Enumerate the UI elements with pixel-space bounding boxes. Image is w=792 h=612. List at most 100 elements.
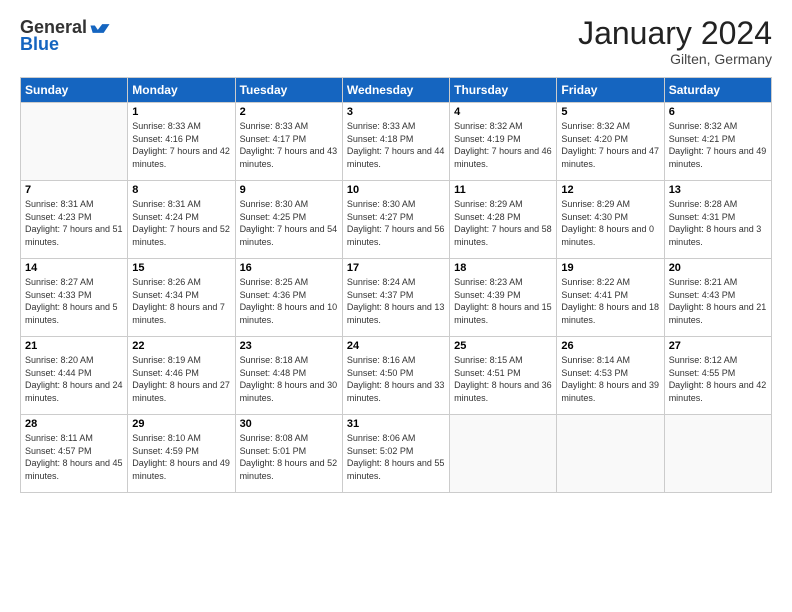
calendar-cell bbox=[664, 415, 771, 493]
month-title: January 2024 bbox=[578, 16, 772, 51]
day-info: Sunrise: 8:32 AMSunset: 4:20 PMDaylight:… bbox=[561, 120, 659, 170]
day-number: 11 bbox=[454, 184, 552, 196]
calendar-cell: 10 Sunrise: 8:30 AMSunset: 4:27 PMDayligh… bbox=[342, 181, 449, 259]
calendar-week-row: 21Sunrise: 8:20 AMSunset: 4:44 PMDayligh… bbox=[21, 337, 772, 415]
calendar-week-row: 1 Sunrise: 8:33 AMSunset: 4:16 PMDaylight… bbox=[21, 103, 772, 181]
day-info: Sunrise: 8:26 AMSunset: 4:34 PMDaylight:… bbox=[132, 276, 230, 326]
day-info: Sunrise: 8:11 AMSunset: 4:57 PMDaylight:… bbox=[25, 432, 123, 482]
day-number: 13 bbox=[669, 184, 767, 196]
day-info: Sunrise: 8:10 AMSunset: 4:59 PMDaylight:… bbox=[132, 432, 230, 482]
calendar-cell: 25 Sunrise: 8:15 AMSunset: 4:51 PMDayligh… bbox=[450, 337, 557, 415]
calendar-cell: 14Sunrise: 8:27 AMSunset: 4:33 PMDayligh… bbox=[21, 259, 128, 337]
day-number: 5 bbox=[561, 106, 659, 118]
calendar-week-row: 7 Sunrise: 8:31 AMSunset: 4:23 PMDaylight… bbox=[21, 181, 772, 259]
calendar-cell: 7 Sunrise: 8:31 AMSunset: 4:23 PMDaylight… bbox=[21, 181, 128, 259]
day-info: Sunrise: 8:16 AMSunset: 4:50 PMDaylight:… bbox=[347, 354, 445, 404]
calendar-cell: 6Sunrise: 8:32 AMSunset: 4:21 PMDaylight… bbox=[664, 103, 771, 181]
calendar-cell: 19 Sunrise: 8:22 AMSunset: 4:41 PMDayligh… bbox=[557, 259, 664, 337]
day-number: 29 bbox=[132, 418, 230, 430]
calendar-cell: 24 Sunrise: 8:16 AMSunset: 4:50 PMDayligh… bbox=[342, 337, 449, 415]
calendar-week-row: 28 Sunrise: 8:11 AMSunset: 4:57 PMDayligh… bbox=[21, 415, 772, 493]
calendar-cell bbox=[450, 415, 557, 493]
day-info: Sunrise: 8:24 AMSunset: 4:37 PMDaylight:… bbox=[347, 276, 445, 326]
day-number: 25 bbox=[454, 340, 552, 352]
day-number: 23 bbox=[240, 340, 338, 352]
day-number: 7 bbox=[25, 184, 123, 196]
calendar-cell: 4Sunrise: 8:32 AMSunset: 4:19 PMDaylight… bbox=[450, 103, 557, 181]
day-info: Sunrise: 8:06 AMSunset: 5:02 PMDaylight:… bbox=[347, 432, 445, 482]
day-number: 28 bbox=[25, 418, 123, 430]
calendar-cell: 12 Sunrise: 8:29 AMSunset: 4:30 PMDayligh… bbox=[557, 181, 664, 259]
day-number: 20 bbox=[669, 262, 767, 274]
day-number: 14 bbox=[25, 262, 123, 274]
column-header-friday: Friday bbox=[557, 78, 664, 103]
day-info: Sunrise: 8:22 AMSunset: 4:41 PMDaylight:… bbox=[561, 276, 659, 326]
day-info: Sunrise: 8:23 AMSunset: 4:39 PMDaylight:… bbox=[454, 276, 552, 326]
calendar-cell: 15Sunrise: 8:26 AMSunset: 4:34 PMDayligh… bbox=[128, 259, 235, 337]
calendar-cell: 31 Sunrise: 8:06 AMSunset: 5:02 PMDayligh… bbox=[342, 415, 449, 493]
day-number: 19 bbox=[561, 262, 659, 274]
day-info: Sunrise: 8:33 AMSunset: 4:16 PMDaylight:… bbox=[132, 120, 230, 170]
logo-icon bbox=[89, 16, 111, 38]
header: General Blue January 2024 Gilten, German… bbox=[20, 16, 772, 67]
calendar-cell bbox=[557, 415, 664, 493]
calendar-cell: 26Sunrise: 8:14 AMSunset: 4:53 PMDayligh… bbox=[557, 337, 664, 415]
calendar-cell: 1 Sunrise: 8:33 AMSunset: 4:16 PMDaylight… bbox=[128, 103, 235, 181]
calendar-cell: 30Sunrise: 8:08 AMSunset: 5:01 PMDayligh… bbox=[235, 415, 342, 493]
day-info: Sunrise: 8:31 AMSunset: 4:24 PMDaylight:… bbox=[132, 198, 230, 248]
day-info: Sunrise: 8:31 AMSunset: 4:23 PMDaylight:… bbox=[25, 198, 123, 248]
day-info: Sunrise: 8:32 AMSunset: 4:19 PMDaylight:… bbox=[454, 120, 552, 170]
day-info: Sunrise: 8:30 AMSunset: 4:27 PMDaylight:… bbox=[347, 198, 445, 248]
calendar-cell: 20 Sunrise: 8:21 AMSunset: 4:43 PMDayligh… bbox=[664, 259, 771, 337]
day-info: Sunrise: 8:19 AMSunset: 4:46 PMDaylight:… bbox=[132, 354, 230, 404]
column-header-monday: Monday bbox=[128, 78, 235, 103]
day-number: 2 bbox=[240, 106, 338, 118]
day-number: 12 bbox=[561, 184, 659, 196]
day-number: 31 bbox=[347, 418, 445, 430]
calendar-cell: 27 Sunrise: 8:12 AMSunset: 4:55 PMDayligh… bbox=[664, 337, 771, 415]
calendar-cell: 18 Sunrise: 8:23 AMSunset: 4:39 PMDayligh… bbox=[450, 259, 557, 337]
calendar-cell: 17 Sunrise: 8:24 AMSunset: 4:37 PMDayligh… bbox=[342, 259, 449, 337]
day-number: 18 bbox=[454, 262, 552, 274]
calendar-table: SundayMondayTuesdayWednesdayThursdayFrid… bbox=[20, 77, 772, 493]
calendar-cell: 22 Sunrise: 8:19 AMSunset: 4:46 PMDayligh… bbox=[128, 337, 235, 415]
day-info: Sunrise: 8:20 AMSunset: 4:44 PMDaylight:… bbox=[25, 354, 123, 404]
day-info: Sunrise: 8:08 AMSunset: 5:01 PMDaylight:… bbox=[240, 432, 338, 482]
title-area: January 2024 Gilten, Germany bbox=[578, 16, 772, 67]
day-info: Sunrise: 8:30 AMSunset: 4:25 PMDaylight:… bbox=[240, 198, 338, 248]
calendar-cell: 5 Sunrise: 8:32 AMSunset: 4:20 PMDaylight… bbox=[557, 103, 664, 181]
calendar-cell: 13Sunrise: 8:28 AMSunset: 4:31 PMDayligh… bbox=[664, 181, 771, 259]
day-number: 3 bbox=[347, 106, 445, 118]
calendar-header-row: SundayMondayTuesdayWednesdayThursdayFrid… bbox=[21, 78, 772, 103]
day-number: 22 bbox=[132, 340, 230, 352]
calendar-cell: 23 Sunrise: 8:18 AMSunset: 4:48 PMDayligh… bbox=[235, 337, 342, 415]
day-number: 9 bbox=[240, 184, 338, 196]
day-info: Sunrise: 8:18 AMSunset: 4:48 PMDaylight:… bbox=[240, 354, 338, 404]
day-info: Sunrise: 8:25 AMSunset: 4:36 PMDaylight:… bbox=[240, 276, 338, 326]
day-info: Sunrise: 8:12 AMSunset: 4:55 PMDaylight:… bbox=[669, 354, 767, 404]
day-info: Sunrise: 8:21 AMSunset: 4:43 PMDaylight:… bbox=[669, 276, 767, 326]
calendar-cell: 28 Sunrise: 8:11 AMSunset: 4:57 PMDayligh… bbox=[21, 415, 128, 493]
calendar-cell: 2 Sunrise: 8:33 AMSunset: 4:17 PMDaylight… bbox=[235, 103, 342, 181]
calendar-cell: 9 Sunrise: 8:30 AMSunset: 4:25 PMDaylight… bbox=[235, 181, 342, 259]
day-number: 6 bbox=[669, 106, 767, 118]
day-number: 1 bbox=[132, 106, 230, 118]
calendar-cell bbox=[21, 103, 128, 181]
day-number: 10 bbox=[347, 184, 445, 196]
column-header-wednesday: Wednesday bbox=[342, 78, 449, 103]
day-info: Sunrise: 8:29 AMSunset: 4:28 PMDaylight:… bbox=[454, 198, 552, 248]
day-number: 16 bbox=[240, 262, 338, 274]
day-info: Sunrise: 8:33 AMSunset: 4:17 PMDaylight:… bbox=[240, 120, 338, 170]
calendar-cell: 3Sunrise: 8:33 AMSunset: 4:18 PMDaylight… bbox=[342, 103, 449, 181]
column-header-tuesday: Tuesday bbox=[235, 78, 342, 103]
calendar-week-row: 14Sunrise: 8:27 AMSunset: 4:33 PMDayligh… bbox=[21, 259, 772, 337]
calendar-cell: 21Sunrise: 8:20 AMSunset: 4:44 PMDayligh… bbox=[21, 337, 128, 415]
logo: General Blue bbox=[20, 16, 111, 55]
location-subtitle: Gilten, Germany bbox=[578, 51, 772, 67]
day-info: Sunrise: 8:29 AMSunset: 4:30 PMDaylight:… bbox=[561, 198, 659, 248]
day-number: 27 bbox=[669, 340, 767, 352]
day-number: 17 bbox=[347, 262, 445, 274]
day-number: 24 bbox=[347, 340, 445, 352]
day-info: Sunrise: 8:14 AMSunset: 4:53 PMDaylight:… bbox=[561, 354, 659, 404]
day-info: Sunrise: 8:15 AMSunset: 4:51 PMDaylight:… bbox=[454, 354, 552, 404]
